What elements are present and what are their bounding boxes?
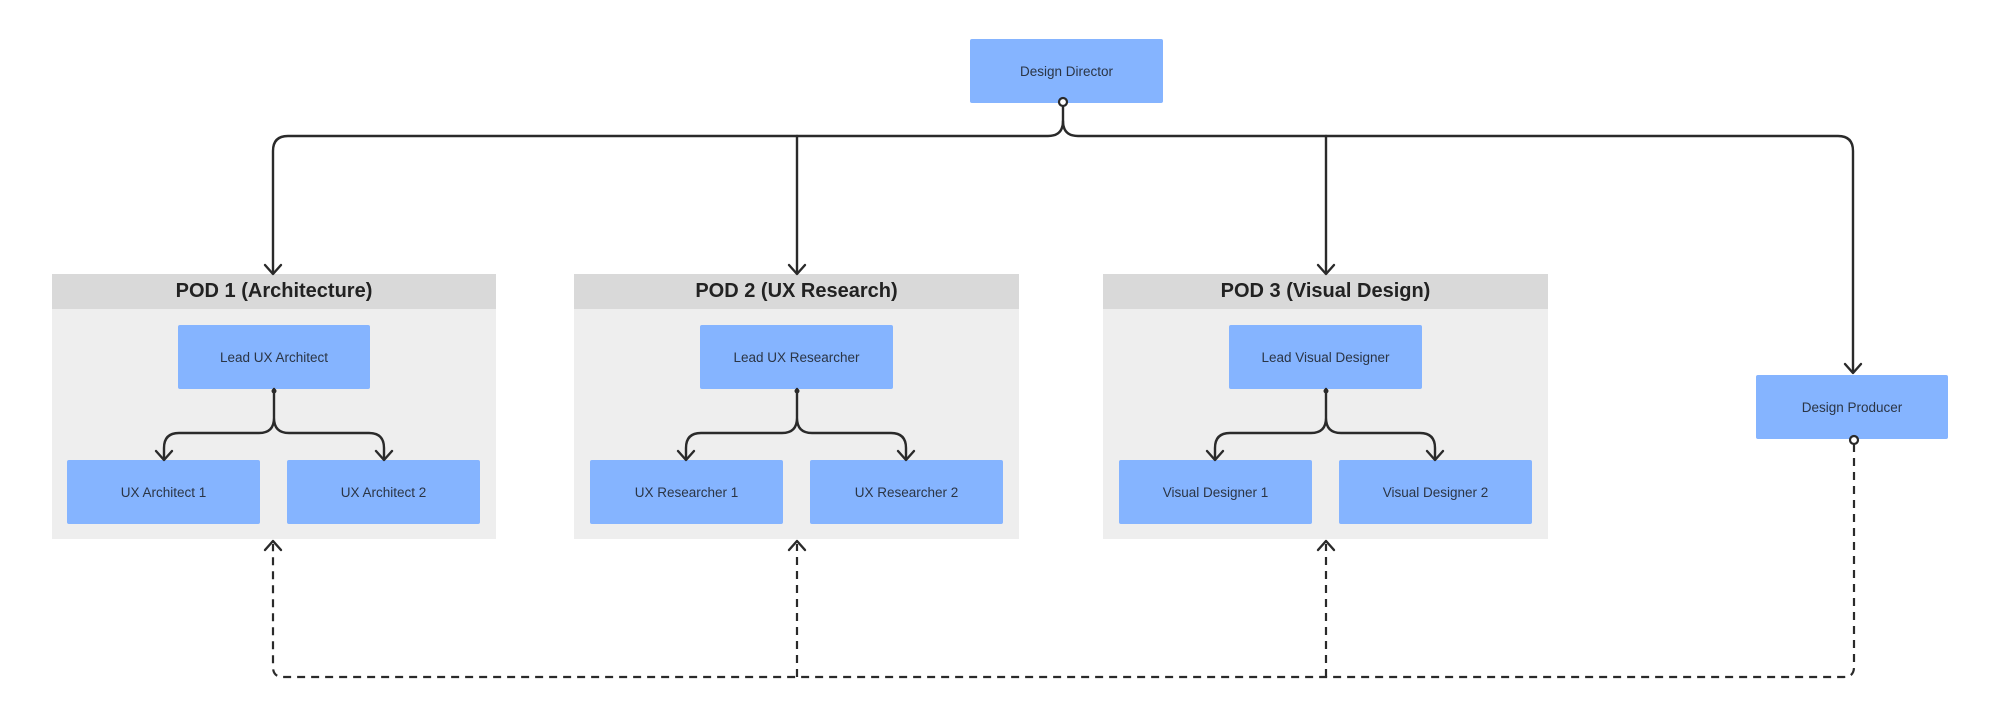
node-ux-architect-2[interactable]: UX Architect 2 — [287, 460, 480, 524]
arrowhead-pod2 — [787, 263, 807, 276]
arrowhead-pod1 — [263, 263, 283, 276]
node-visual-designer-1[interactable]: Visual Designer 1 — [1119, 460, 1312, 524]
node-lead-ux-researcher[interactable]: Lead UX Researcher — [700, 325, 893, 389]
pod-title: POD 1 (Architecture) — [175, 280, 373, 302]
node-label: UX Researcher 2 — [854, 484, 959, 500]
node-design-director[interactable]: Design Director — [970, 39, 1163, 103]
arrowhead-pod3 — [1316, 263, 1336, 276]
node-ux-researcher-2[interactable]: UX Researcher 2 — [810, 460, 1003, 524]
node-lead-ux-architect[interactable]: Lead UX Architect — [178, 325, 370, 389]
node-visual-designer-2[interactable]: Visual Designer 2 — [1339, 460, 1532, 524]
node-label: Design Director — [1019, 63, 1114, 79]
node-design-producer[interactable]: Design Producer — [1756, 375, 1948, 439]
connector-producer-dashed — [271, 444, 1856, 679]
node-label: Lead UX Architect — [219, 349, 329, 365]
node-ux-researcher-1[interactable]: UX Researcher 1 — [590, 460, 783, 524]
node-label: Design Producer — [1801, 399, 1903, 415]
arrowhead-up-pod1 — [263, 539, 283, 552]
node-lead-visual-designer[interactable]: Lead Visual Designer — [1229, 325, 1422, 389]
node-label: Lead UX Researcher — [733, 349, 860, 365]
org-chart-canvas: Design Director POD 1 (Architecture) Lea… — [0, 0, 2000, 718]
arrowhead-up-pod2 — [787, 539, 807, 552]
pod-title: POD 2 (UX Research) — [695, 280, 898, 302]
pod-header: POD 1 (Architecture) — [52, 274, 496, 309]
arrowhead-producer — [1843, 362, 1863, 375]
node-label: UX Researcher 1 — [634, 484, 739, 500]
pod-title: POD 3 (Visual Design) — [1220, 280, 1431, 302]
node-label: Visual Designer 2 — [1382, 484, 1489, 500]
node-label: Lead Visual Designer — [1261, 349, 1390, 365]
node-ux-architect-1[interactable]: UX Architect 1 — [67, 460, 260, 524]
pod-header: POD 3 (Visual Design) — [1103, 274, 1548, 309]
pod-header: POD 2 (UX Research) — [574, 274, 1019, 309]
node-label: UX Architect 1 — [120, 484, 207, 500]
node-label: UX Architect 2 — [340, 484, 427, 500]
arrowhead-up-pod3 — [1316, 539, 1336, 552]
node-label: Visual Designer 1 — [1162, 484, 1269, 500]
connector-director-bus — [271, 100, 1065, 275]
